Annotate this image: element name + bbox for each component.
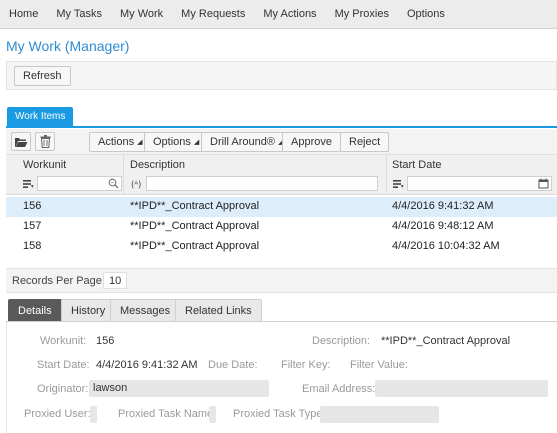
proxied-task-name-field bbox=[209, 406, 216, 423]
sort-icon[interactable] bbox=[23, 179, 34, 189]
page-title: My Work (Manager) bbox=[6, 38, 130, 54]
nav-my-actions[interactable]: My Actions bbox=[254, 0, 325, 29]
reject-button[interactable]: Reject bbox=[340, 132, 390, 152]
open-button[interactable] bbox=[11, 132, 31, 151]
description-filter-input[interactable] bbox=[146, 176, 378, 191]
tab-messages[interactable]: Messages bbox=[110, 299, 181, 321]
start-date-value: 4/4/2016 9:41:32 AM bbox=[96, 359, 198, 371]
detail-tabs: Details History Messages Related Links bbox=[6, 299, 557, 322]
drill-around-button[interactable]: Drill Around® ◢ bbox=[201, 132, 293, 152]
cell-workunit: 158 bbox=[23, 240, 42, 252]
due-date-label: Due Date: bbox=[208, 359, 258, 371]
grid-toolbar: Actions ◢ Options ◢ Drill Around® ◢ Approve… bbox=[6, 129, 557, 155]
cell-start-date: 4/4/2016 10:04:32 AM bbox=[392, 240, 500, 252]
nav-my-requests[interactable]: My Requests bbox=[172, 0, 254, 29]
cell-description: **IPD**_Contract Approval bbox=[130, 240, 260, 252]
nav-my-work[interactable]: My Work bbox=[111, 0, 172, 29]
refresh-button[interactable]: Refresh bbox=[14, 66, 71, 86]
actions-label: Actions bbox=[98, 136, 135, 148]
refresh-bar: Refresh bbox=[6, 61, 557, 90]
email-address-field bbox=[375, 380, 548, 397]
column-divider bbox=[123, 155, 124, 195]
filter-value-label: Filter Value: bbox=[350, 359, 408, 371]
table-row[interactable]: 157 **IPD**_Contract Approval 4/4/2016 9… bbox=[6, 217, 557, 237]
folder-open-icon bbox=[15, 137, 28, 147]
column-header-description[interactable]: Description bbox=[130, 159, 185, 171]
cell-start-date: 4/4/2016 9:48:12 AM bbox=[392, 220, 494, 232]
caret-icon: ◢ bbox=[137, 139, 143, 146]
proxied-task-type-label: Proxied Task Type: bbox=[233, 408, 326, 420]
cell-description: **IPD**_Contract Approval bbox=[130, 200, 260, 212]
cell-workunit: 157 bbox=[23, 220, 42, 232]
grid-header: Workunit Description Start Date (ᴬ) bbox=[6, 155, 557, 195]
table-row[interactable]: 156 **IPD**_Contract Approval 4/4/2016 9… bbox=[6, 197, 557, 217]
tab-details[interactable]: Details bbox=[8, 299, 62, 321]
tab-related-links[interactable]: Related Links bbox=[175, 299, 262, 321]
trash-icon bbox=[40, 135, 50, 148]
options-label: Options bbox=[153, 136, 191, 148]
delete-button[interactable] bbox=[35, 132, 55, 151]
top-nav: Home My Tasks My Work My Requests My Act… bbox=[0, 0, 557, 29]
tab-history[interactable]: History bbox=[61, 299, 116, 321]
text-filter-icon[interactable]: (ᴬ) bbox=[131, 179, 145, 190]
column-header-start-date[interactable]: Start Date bbox=[392, 159, 442, 171]
column-header-workunit[interactable]: Workunit bbox=[23, 159, 66, 171]
cell-workunit: 156 bbox=[23, 200, 42, 212]
tab-underline bbox=[6, 126, 557, 128]
description-value: **IPD**_Contract Approval bbox=[381, 335, 511, 347]
sort-icon[interactable] bbox=[393, 179, 404, 189]
start-date-label: Start Date: bbox=[37, 359, 90, 371]
description-label: Description: bbox=[312, 335, 371, 347]
nav-options[interactable]: Options bbox=[398, 0, 454, 29]
workunit-filter-input[interactable] bbox=[37, 176, 122, 191]
actions-menu-button[interactable]: Actions ◢ bbox=[89, 132, 152, 152]
proxied-task-type-field bbox=[320, 406, 439, 423]
options-menu-button[interactable]: Options ◢ bbox=[144, 132, 209, 152]
svg-text:(ᴬ): (ᴬ) bbox=[131, 181, 141, 190]
details-panel: Workunit: 156 Description: **IPD**_Contr… bbox=[6, 322, 557, 433]
start-date-filter-input[interactable] bbox=[407, 176, 552, 191]
search-icon[interactable] bbox=[108, 178, 119, 189]
nav-home[interactable]: Home bbox=[0, 0, 47, 29]
proxied-task-name-label: Proxied Task Name: bbox=[118, 408, 217, 420]
table-row[interactable]: 158 **IPD**_Contract Approval 4/4/2016 1… bbox=[6, 237, 557, 257]
caret-icon: ◢ bbox=[193, 139, 200, 146]
column-divider bbox=[386, 155, 387, 195]
approve-button[interactable]: Approve bbox=[282, 132, 341, 152]
drill-around-label: Drill Around® bbox=[210, 136, 275, 148]
calendar-icon[interactable] bbox=[538, 178, 549, 189]
email-address-label: Email Address: bbox=[302, 383, 376, 395]
records-per-page-label: Records Per Page: bbox=[12, 275, 105, 287]
proxied-user-field bbox=[90, 406, 97, 423]
records-per-page-bar: Records Per Page: 10 bbox=[6, 268, 557, 293]
workunit-value: 156 bbox=[96, 335, 115, 347]
nav-my-tasks[interactable]: My Tasks bbox=[47, 0, 111, 29]
tab-work-items[interactable]: Work Items bbox=[7, 107, 74, 127]
proxied-user-label: Proxied User: bbox=[24, 408, 91, 420]
workunit-label: Workunit: bbox=[40, 335, 87, 347]
cell-start-date: 4/4/2016 9:41:32 AM bbox=[392, 200, 494, 212]
nav-my-proxies[interactable]: My Proxies bbox=[326, 0, 398, 29]
filter-key-label: Filter Key: bbox=[281, 359, 331, 371]
records-per-page-select[interactable]: 10 bbox=[103, 272, 128, 289]
originator-label: Originator: bbox=[37, 383, 89, 395]
originator-field: lawson bbox=[89, 380, 269, 397]
cell-description: **IPD**_Contract Approval bbox=[130, 220, 260, 232]
